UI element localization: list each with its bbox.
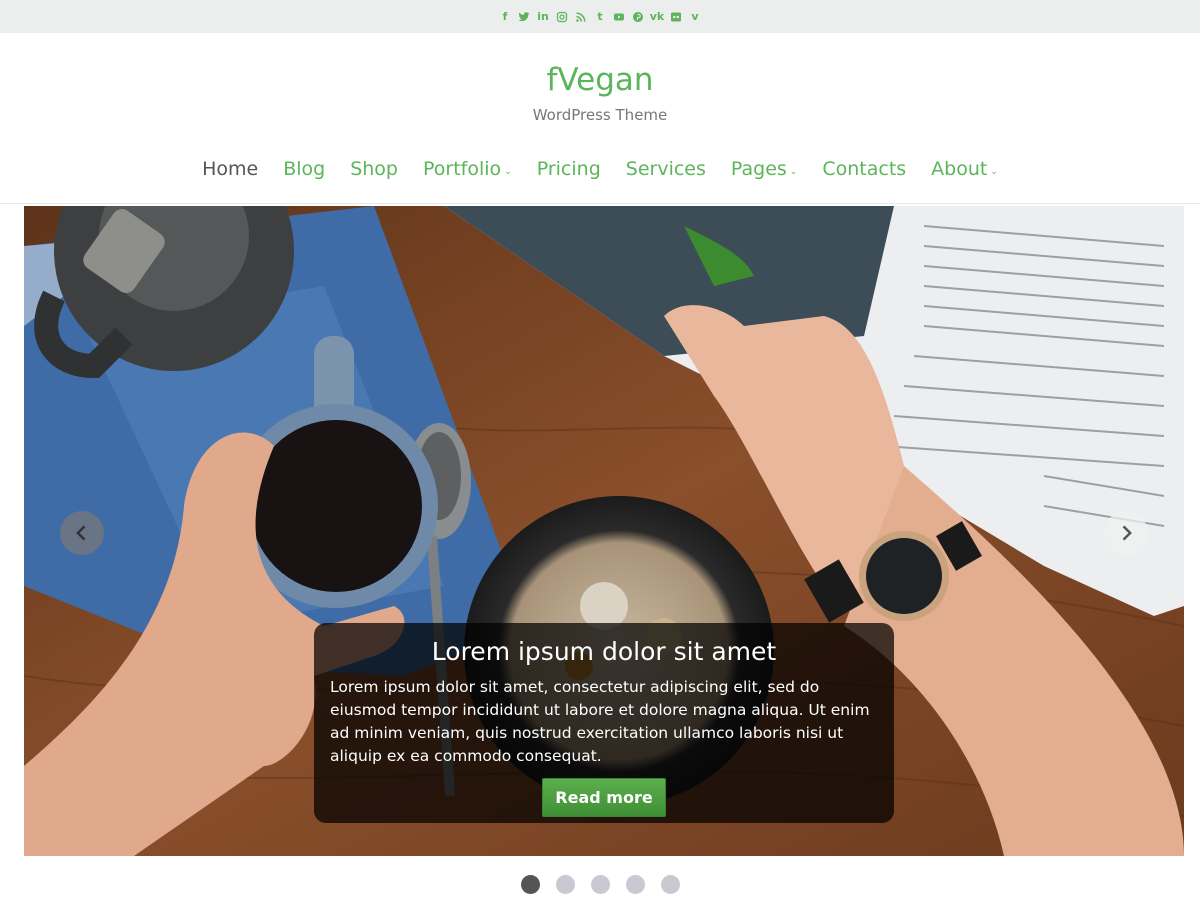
linkedin-icon[interactable]: in bbox=[536, 10, 550, 24]
nav-label: Services bbox=[625, 158, 706, 180]
instagram-icon[interactable] bbox=[555, 10, 569, 24]
slide-text: Lorem ipsum dolor sit amet, consectetur … bbox=[330, 678, 870, 765]
facebook-icon[interactable]: f bbox=[498, 10, 512, 24]
slider-dot-5[interactable] bbox=[660, 875, 680, 894]
nav-home[interactable]: Home bbox=[190, 158, 271, 180]
nav-blog[interactable]: Blog bbox=[271, 158, 338, 180]
chevron-down-icon: ⌄ bbox=[504, 166, 512, 177]
slider-dot-3[interactable] bbox=[590, 875, 610, 894]
vine-icon[interactable]: v bbox=[688, 10, 702, 24]
read-more-button[interactable]: Read more bbox=[542, 778, 666, 817]
slider-dot-1[interactable] bbox=[520, 875, 540, 894]
slider-pagination bbox=[0, 875, 1200, 894]
nav-pages[interactable]: Pages ⌄ bbox=[718, 158, 809, 180]
youtube-icon[interactable] bbox=[612, 10, 626, 24]
main-nav: Home Blog Shop Portfolio ⌄ Pricing Servic… bbox=[0, 154, 1200, 184]
nav-pricing[interactable]: Pricing bbox=[524, 158, 613, 180]
chevron-right-icon bbox=[1122, 525, 1132, 541]
hero-slider: Lorem ipsum dolor sit amet Lorem ipsum d… bbox=[24, 206, 1184, 856]
nav-contacts[interactable]: Contacts bbox=[810, 158, 919, 180]
flickr-icon[interactable] bbox=[669, 10, 683, 24]
nav-services[interactable]: Services bbox=[613, 158, 718, 180]
nav-about[interactable]: About ⌄ bbox=[919, 158, 1011, 180]
nav-shop[interactable]: Shop bbox=[338, 158, 411, 180]
nav-label: Shop bbox=[350, 158, 398, 180]
nav-label: Home bbox=[202, 158, 259, 180]
slider-dot-2[interactable] bbox=[555, 875, 575, 894]
nav-label: Portfolio bbox=[423, 158, 502, 180]
social-bar: f in t vk v bbox=[0, 0, 1200, 33]
rss-icon[interactable] bbox=[574, 10, 588, 24]
slider-dot-4[interactable] bbox=[625, 875, 645, 894]
pinterest-icon[interactable] bbox=[631, 10, 645, 24]
site-description: WordPress Theme bbox=[532, 106, 668, 124]
vk-icon[interactable]: vk bbox=[650, 10, 665, 24]
chevron-left-icon bbox=[76, 525, 86, 541]
header-divider bbox=[0, 203, 1200, 204]
twitter-icon[interactable] bbox=[517, 10, 531, 24]
nav-portfolio[interactable]: Portfolio ⌄ bbox=[411, 158, 525, 180]
nav-label: Pages bbox=[730, 158, 787, 180]
chevron-down-icon: ⌄ bbox=[789, 166, 798, 177]
nav-label: Blog bbox=[283, 158, 326, 180]
nav-label: Pricing bbox=[536, 158, 601, 180]
chevron-down-icon: ⌄ bbox=[990, 166, 998, 177]
nav-label: About bbox=[931, 158, 988, 180]
site-title[interactable]: fVegan bbox=[0, 62, 1200, 98]
slide-caption: Lorem ipsum dolor sit amet Lorem ipsum d… bbox=[314, 623, 894, 823]
slider-prev-button[interactable] bbox=[60, 511, 104, 555]
slider-next-button[interactable] bbox=[1104, 511, 1148, 555]
tumblr-icon[interactable]: t bbox=[593, 10, 607, 24]
nav-label: Contacts bbox=[822, 158, 907, 180]
slide-title: Lorem ipsum dolor sit amet bbox=[431, 637, 777, 666]
